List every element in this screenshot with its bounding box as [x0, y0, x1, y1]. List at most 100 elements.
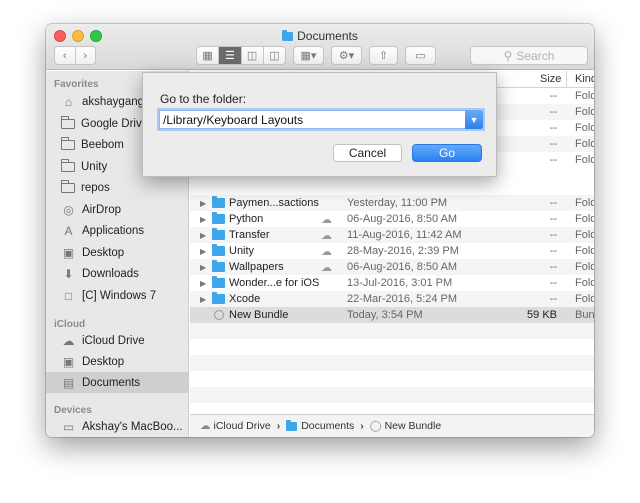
table-row[interactable]: ▶ Python ☁ 06-Aug-2016, 8:50 AM -- Fold — [190, 211, 594, 227]
sidebar-item-label: iCloud Drive — [82, 334, 145, 347]
cover-flow-icon: ◫ — [269, 50, 280, 62]
sidebar-item-label: AirDrop — [82, 203, 121, 216]
recent-folders-dropdown[interactable]: ▼ — [465, 110, 483, 129]
sidebar-item-label: Akshay's MacBoo... — [82, 420, 183, 433]
empty-row — [190, 355, 594, 371]
folder-icon — [212, 260, 225, 272]
document-icon: □ — [64, 288, 73, 303]
view-mode-control: ▦ ☰ ◫ ◫ — [196, 46, 286, 65]
sidebar-item-macbook[interactable]: ▭ Akshay's MacBoo... — [46, 416, 189, 437]
kind-column-header[interactable]: Kind — [566, 71, 594, 88]
cloud-upload-icon: ☁ — [321, 229, 332, 242]
folder-icon — [61, 179, 75, 193]
disclosure-triangle-icon[interactable]: ▶ — [200, 215, 206, 224]
table-row[interactable]: ▶ Unity ☁ 28-May-2016, 2:39 PM -- Fold — [190, 243, 594, 259]
disclosure-triangle-icon[interactable]: ▶ — [200, 247, 206, 256]
disclosure-triangle-icon[interactable]: ▶ — [200, 199, 206, 208]
cloud-upload-icon: ☁ — [321, 213, 332, 226]
path-item-documents[interactable]: Documents — [301, 420, 354, 432]
size-column-header[interactable]: Size — [540, 73, 561, 85]
desktop-icon: ▣ — [62, 354, 75, 369]
table-row[interactable]: ▶ Xcode 22-Mar-2016, 5:24 PM -- Fold — [190, 291, 594, 307]
table-row[interactable]: ▶ Wonder...e for iOS 13-Jul-2016, 3:01 P… — [190, 275, 594, 291]
back-button[interactable]: ‹ — [55, 47, 76, 64]
bundle-icon — [214, 310, 224, 320]
tag-icon: ▭ — [415, 50, 426, 62]
window-title: Documents — [46, 29, 594, 43]
sidebar-item-label: repos — [81, 181, 110, 194]
icon-view-button[interactable]: ▦ — [197, 47, 220, 64]
empty-row — [190, 339, 594, 355]
sidebar-item-label: Google Drive — [81, 117, 149, 130]
cloud-upload-icon: ☁ — [321, 261, 332, 274]
sidebar-item-desktop[interactable]: ▣ Desktop — [46, 242, 189, 263]
grid-icon: ▦ — [202, 50, 213, 62]
sidebar-favorites-header: Favorites — [54, 79, 99, 90]
sidebar-item-label: Applications — [82, 224, 145, 237]
sidebar-item-documents[interactable]: ▤ Documents — [46, 372, 189, 393]
airdrop-icon: ◎ — [63, 202, 74, 217]
sidebar-item-downloads[interactable]: ⬇ Downloads — [46, 263, 189, 284]
folder-path-input[interactable] — [159, 110, 483, 129]
share-icon: ⇧ — [378, 50, 389, 62]
cloud-icon: ☁ — [62, 333, 75, 348]
sidebar-item-label: [C] Windows 7 — [82, 289, 157, 302]
dialog-label: Go to the folder: — [160, 92, 247, 106]
table-row[interactable]: ▶ Paymen...sactions Yesterday, 11:00 PM … — [190, 195, 594, 211]
go-button[interactable]: Go — [412, 144, 482, 162]
cover-flow-button[interactable]: ◫ — [264, 47, 285, 64]
desktop-icon: ▣ — [62, 245, 75, 260]
search-icon: ⚲ — [503, 48, 513, 63]
list-view-button[interactable]: ☰ — [219, 47, 242, 64]
disclosure-triangle-icon[interactable]: ▶ — [200, 279, 206, 288]
sidebar-item-label: Downloads — [82, 267, 139, 280]
table-row[interactable]: ▶ Transfer ☁ 11-Aug-2016, 11:42 AM -- Fo… — [190, 227, 594, 243]
path-item-new-bundle[interactable]: New Bundle — [385, 420, 442, 432]
folder-icon — [212, 276, 225, 288]
laptop-icon: ▭ — [62, 419, 75, 434]
sidebar-item-airdrop[interactable]: ◎ AirDrop — [46, 199, 189, 220]
tags-button[interactable]: ▭ — [405, 46, 436, 65]
folder-icon — [212, 292, 225, 304]
table-row[interactable]: New Bundle Today, 3:54 PM 59 KB Bun — [190, 307, 594, 323]
action-button[interactable]: ⚙▾ — [331, 46, 362, 65]
folder-icon — [212, 212, 225, 224]
folder-icon — [212, 244, 225, 256]
sidebar-icloud-header: iCloud — [54, 319, 86, 330]
sidebar-item-icloud-desktop[interactable]: ▣ Desktop — [46, 351, 189, 372]
sidebar-item-windows-7[interactable]: □ [C] Windows 7 — [46, 285, 189, 306]
sidebar-item-label: Unity — [81, 160, 108, 173]
table-row[interactable]: ▶ Wallpapers ☁ 06-Aug-2016, 8:50 AM -- F… — [190, 259, 594, 275]
column-view-button[interactable]: ◫ — [242, 47, 264, 64]
disclosure-triangle-icon[interactable]: ▶ — [200, 263, 206, 272]
gear-icon: ⚙▾ — [338, 50, 355, 62]
forward-button[interactable]: › — [76, 47, 96, 64]
share-button[interactable]: ⇧ — [369, 46, 398, 65]
disclosure-triangle-icon[interactable]: ▶ — [200, 295, 206, 304]
cloud-upload-icon: ☁ — [321, 245, 332, 258]
empty-row — [190, 323, 594, 339]
applications-icon: A — [64, 223, 73, 238]
folder-icon — [61, 158, 75, 172]
folder-icon — [61, 136, 75, 150]
folder-icon — [61, 115, 75, 129]
disclosure-triangle-icon[interactable]: ▶ — [200, 231, 206, 240]
empty-row — [190, 371, 594, 387]
sidebar-item-icloud-drive[interactable]: ☁ iCloud Drive — [46, 330, 189, 351]
arrange-button[interactable]: ▦▾ — [293, 46, 324, 65]
search-placeholder: Search — [516, 48, 555, 63]
cancel-button[interactable]: Cancel — [333, 144, 402, 162]
path-item-icloud-drive[interactable]: iCloud Drive — [214, 420, 271, 432]
go-to-folder-dialog: Go to the folder: ▼ Cancel Go — [142, 72, 497, 177]
chevron-down-icon: ▼ — [469, 114, 479, 125]
cloud-icon: ☁ — [200, 420, 211, 432]
sidebar-item-repos[interactable]: repos — [46, 177, 189, 198]
documents-icon: ▤ — [62, 375, 75, 390]
search-field[interactable]: ⚲ Search — [470, 46, 588, 65]
title-bar: Documents ‹ › ▦ ☰ ◫ ◫ ▦▾ ⚙▾ ⇧ ▭ ⚲ Search — [46, 24, 594, 70]
chevron-right-icon: › — [360, 420, 364, 432]
columns-icon: ◫ — [246, 50, 258, 62]
list-icon: ☰ — [224, 50, 235, 62]
sidebar-item-applications[interactable]: A Applications — [46, 220, 189, 241]
sidebar-item-label: Desktop — [82, 246, 125, 259]
